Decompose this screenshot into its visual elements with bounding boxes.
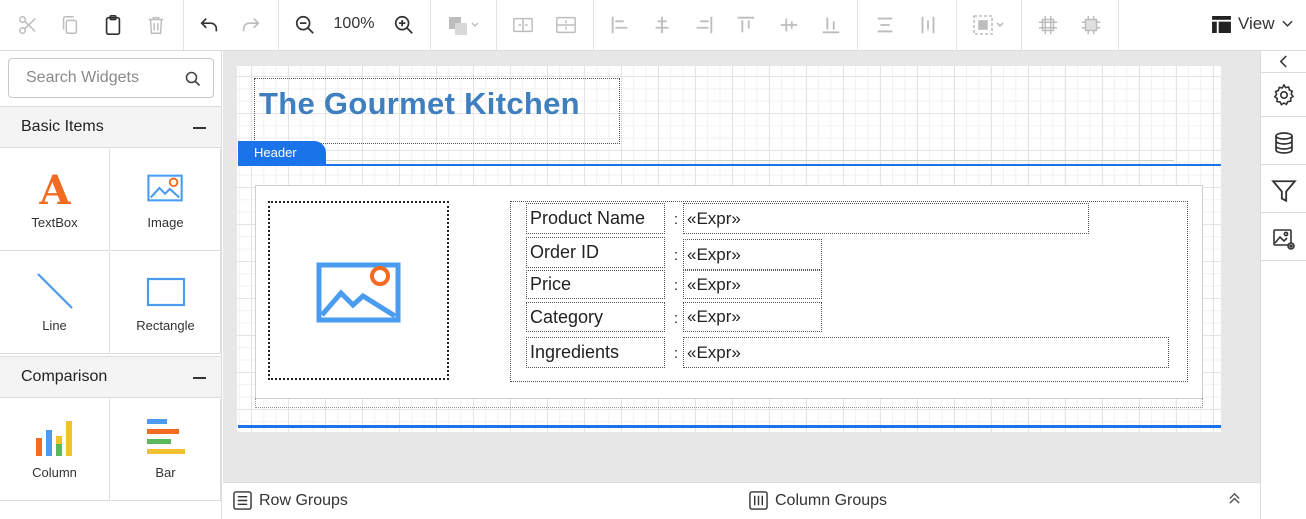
- column-chart-icon: [0, 418, 109, 458]
- expr-cell[interactable]: «Expr»: [683, 337, 1169, 368]
- settings-gear-icon[interactable]: [1261, 74, 1306, 117]
- group-header-comparison[interactable]: Comparison: [0, 356, 221, 398]
- widget-label: TextBox: [31, 215, 78, 230]
- bar-chart-icon: [111, 418, 220, 458]
- fill-color-icon[interactable]: [443, 10, 485, 40]
- align-top-icon[interactable]: [731, 10, 761, 40]
- group-select-icon[interactable]: [967, 10, 1011, 40]
- copy-icon[interactable]: [55, 10, 85, 40]
- row-groups-button[interactable]: Row Groups: [233, 491, 348, 510]
- group-title: Basic Items: [21, 118, 104, 135]
- vsplit-icon[interactable]: [551, 10, 581, 40]
- collapse-arrow-icon[interactable]: [1261, 51, 1306, 73]
- collapse-minus-icon[interactable]: [193, 127, 206, 129]
- image-settings-icon[interactable]: [1261, 218, 1306, 261]
- align-middle-icon[interactable]: [774, 10, 804, 40]
- column-groups-icon: [749, 491, 768, 510]
- view-button[interactable]: View: [1212, 14, 1293, 34]
- header-divider: [238, 160, 1174, 161]
- row-groups-label: Row Groups: [259, 491, 348, 509]
- delete-icon[interactable]: [141, 10, 171, 40]
- widget-column[interactable]: Column: [0, 399, 110, 501]
- filter-icon[interactable]: [1261, 170, 1306, 213]
- item-rectangle-extension: [255, 398, 1203, 408]
- hsplit-icon[interactable]: [508, 10, 538, 40]
- line-icon: [0, 271, 109, 311]
- label-cell[interactable]: Order ID: [526, 237, 665, 268]
- toolbar: 100% View: [0, 0, 1306, 51]
- search-icon: [185, 71, 201, 87]
- widget-label: Image: [147, 215, 184, 230]
- redo-icon[interactable]: [236, 10, 266, 40]
- report-title: The Gourmet Kitchen: [259, 86, 580, 121]
- widget-rectangle[interactable]: Rectangle: [111, 252, 221, 354]
- product-image[interactable]: [268, 201, 449, 380]
- expr-cell[interactable]: «Expr»: [683, 302, 822, 332]
- zoom-out-icon[interactable]: [290, 10, 320, 40]
- image-icon: [111, 168, 220, 208]
- cut-icon[interactable]: [13, 10, 43, 40]
- widget-label: Rectangle: [136, 318, 195, 333]
- widget-textbox[interactable]: A TextBox: [0, 149, 110, 251]
- row-groups-icon: [233, 491, 252, 510]
- label-cell[interactable]: Ingredients: [526, 337, 665, 368]
- colon-separator: :: [673, 211, 679, 228]
- chevron-down-icon: [1281, 20, 1293, 27]
- header-tab[interactable]: Header: [238, 141, 326, 166]
- widget-label: Bar: [155, 465, 176, 480]
- view-layout-icon: [1212, 15, 1231, 33]
- group-header-basic-items[interactable]: Basic Items: [0, 106, 221, 148]
- search-widgets-input[interactable]: [26, 69, 176, 87]
- column-groups-button[interactable]: Column Groups: [749, 491, 887, 510]
- label-cell[interactable]: Category: [526, 302, 665, 332]
- search-widgets-box[interactable]: [8, 58, 214, 98]
- align-right-icon[interactable]: [689, 10, 719, 40]
- view-label: View: [1238, 14, 1275, 33]
- distribute-horizontal-icon[interactable]: [870, 10, 900, 40]
- svg-text:A: A: [38, 168, 71, 208]
- widget-panel: Basic Items A TextBox Image Line Rectang…: [0, 51, 222, 519]
- size-fill-icon[interactable]: [1076, 10, 1106, 40]
- widget-bar[interactable]: Bar: [111, 399, 221, 501]
- grouping-bar: Row Groups Column Groups: [223, 482, 1260, 519]
- widget-label: Column: [32, 465, 77, 480]
- zoom-level[interactable]: 100%: [330, 15, 378, 33]
- group-title: Comparison: [21, 368, 108, 385]
- distribute-vertical-icon[interactable]: [913, 10, 943, 40]
- align-left-icon[interactable]: [605, 10, 635, 40]
- expand-up-icon[interactable]: [1228, 492, 1241, 510]
- colon-separator: :: [673, 277, 679, 294]
- header-boundary[interactable]: [238, 164, 1221, 166]
- properties-panel: [1260, 51, 1306, 519]
- image-placeholder-icon: [316, 262, 400, 322]
- label-cell[interactable]: Price: [526, 270, 665, 299]
- colon-separator: :: [673, 247, 679, 264]
- widget-line[interactable]: Line: [0, 252, 110, 354]
- database-icon[interactable]: [1261, 122, 1306, 165]
- undo-icon[interactable]: [194, 10, 224, 40]
- align-bottom-icon[interactable]: [816, 10, 846, 40]
- expr-cell[interactable]: «Expr»: [683, 270, 822, 299]
- rectangle-icon: [111, 271, 220, 311]
- collapse-minus-icon[interactable]: [193, 377, 206, 379]
- column-groups-label: Column Groups: [775, 491, 888, 509]
- colon-separator: :: [673, 345, 679, 362]
- align-center-icon[interactable]: [647, 10, 677, 40]
- paste-icon[interactable]: [98, 10, 128, 40]
- widget-label: Line: [42, 318, 67, 333]
- label-cell[interactable]: Product Name: [526, 203, 665, 234]
- size-fit-icon[interactable]: [1033, 10, 1063, 40]
- expr-cell[interactable]: «Expr»: [683, 239, 822, 270]
- colon-separator: :: [673, 310, 679, 327]
- zoom-in-icon[interactable]: [389, 10, 419, 40]
- widget-image[interactable]: Image: [111, 149, 221, 251]
- expr-cell[interactable]: «Expr»: [683, 203, 1089, 234]
- textbox-icon: A: [0, 168, 109, 208]
- body-boundary[interactable]: [238, 425, 1221, 428]
